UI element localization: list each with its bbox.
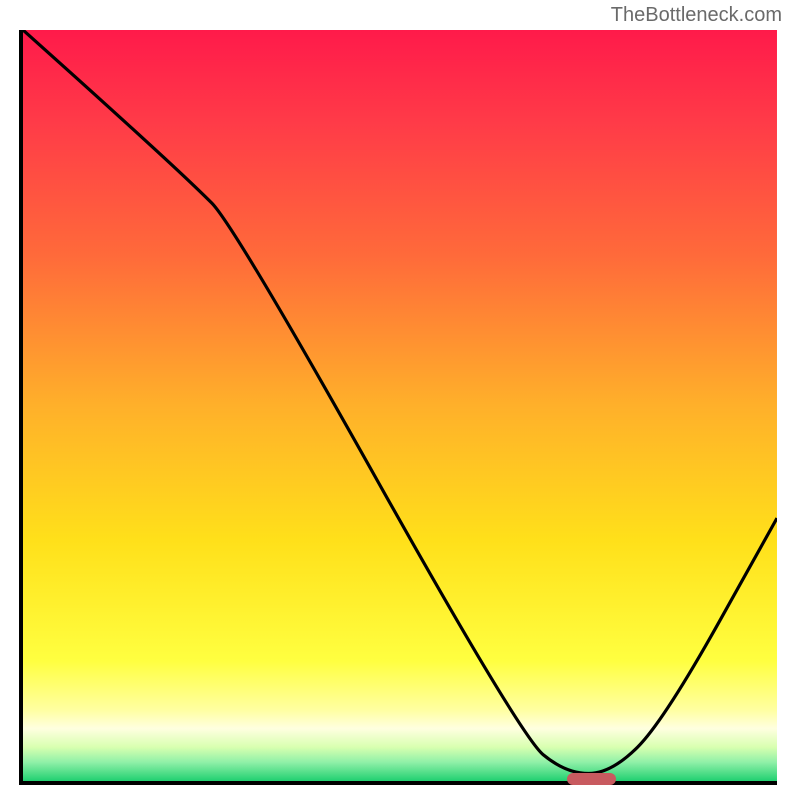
- optimal-marker: [567, 773, 616, 785]
- chart-line: [23, 30, 777, 781]
- watermark-text: TheBottleneck.com: [611, 4, 782, 27]
- plot-area: [19, 30, 777, 785]
